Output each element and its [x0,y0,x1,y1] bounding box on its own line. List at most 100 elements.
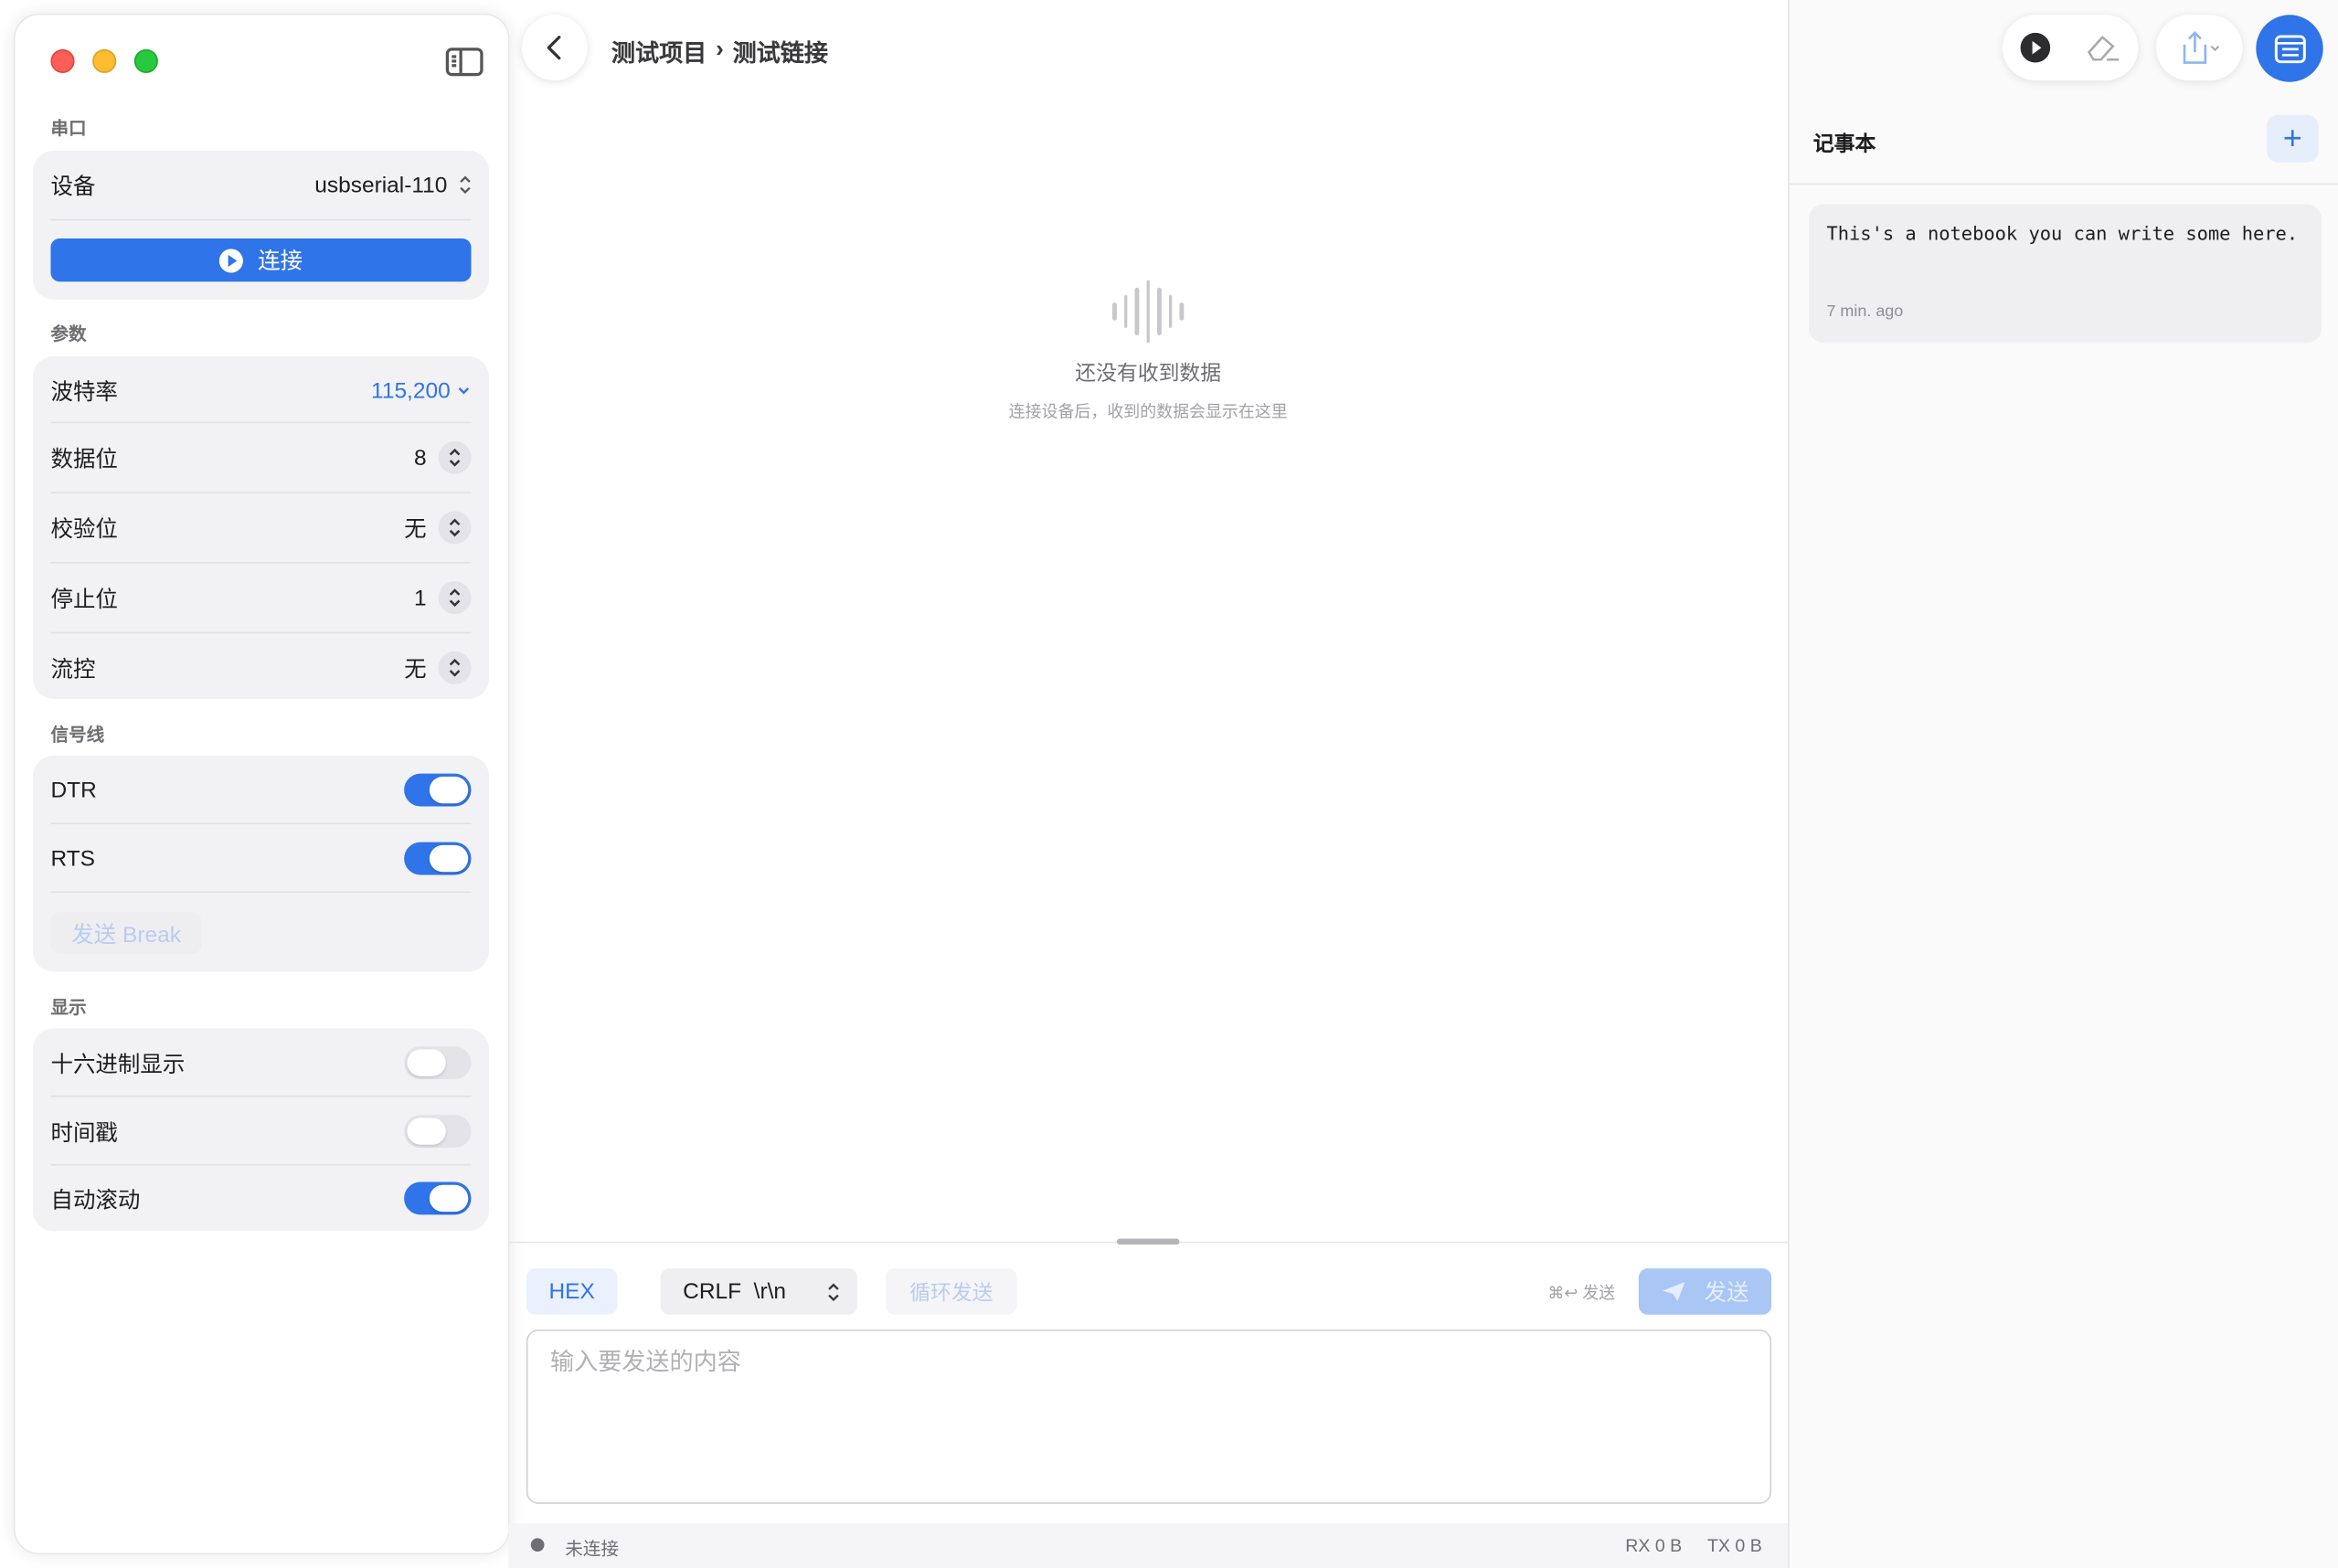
flow-control-stepper[interactable] [438,651,472,684]
baud-rate-value: 115,200 [371,377,451,404]
rx-counter: RX 0 B [1625,1535,1683,1556]
baud-rate-label: 波特率 [50,379,118,405]
data-bits-label: 数据位 [50,446,118,472]
message-input[interactable]: 输入要发送的内容 [526,1330,1772,1504]
breadcrumb-separator: › [716,37,724,63]
device-value: usbserial-110 [314,172,448,198]
notebook-icon [2274,34,2305,63]
dtr-label: DTR [50,777,97,803]
dtr-toggle[interactable] [404,773,472,807]
params-group: 波特率 115,200 数据位 8 校验位 无 停止位 1 流控 无 [32,355,490,702]
display-section-title: 显示 [50,997,87,1019]
serial-section-title: 串口 [50,117,87,139]
send-label: 发送 [1704,1280,1749,1306]
note-time: 7 min. ago [1826,302,1904,321]
notebook-toggle-button[interactable] [2256,15,2323,82]
send-button[interactable]: 发送 [1638,1268,1772,1315]
share-icon [2183,31,2220,64]
eraser-icon[interactable] [2083,31,2121,64]
connection-status-dot [530,1538,545,1552]
play-icon [218,248,243,272]
note-text: This's a notebook you can write some her… [1826,222,2299,245]
notes-title: 记事本 [1812,131,1876,155]
parity-stepper[interactable] [438,511,472,545]
signal-section-title: 信号线 [50,724,105,746]
breadcrumb: 测试项目 › 测试链接 [611,33,828,69]
params-section-title: 参数 [50,323,87,344]
parity-value: 无 [404,516,427,542]
device-row[interactable]: 设备 usbserial-110 [50,151,471,219]
sidebar: 串口 设备 usbserial-110 连接 参数 波特率 115,200 数据… [15,15,509,1553]
status-bar: 未连接 RX 0 B TX 0 B [508,1523,1789,1568]
flow-control-control: 无 [404,651,472,684]
baud-rate-select[interactable]: 115,200 [371,377,471,404]
line-ending-value: CRLF \r\n [683,1278,787,1305]
connection-status: 未连接 [565,1538,620,1560]
paper-plane-icon [1662,1281,1685,1302]
display-group: 十六进制显示 时间戳 自动滚动 [32,1028,490,1233]
hex-mode-button[interactable]: HEX [526,1268,618,1315]
auto-scroll-label: 自动滚动 [50,1187,141,1213]
share-button[interactable] [2156,15,2243,81]
stop-bits-row: 停止位 1 [50,564,472,632]
add-note-button[interactable]: + [2266,114,2319,163]
flow-control-label: 流控 [50,656,96,683]
empty-state: 还没有收到数据 连接设备后，收到的数据会显示在这里 [508,280,1788,424]
stop-bits-label: 停止位 [50,586,118,612]
hex-display-label: 十六进制显示 [50,1051,186,1077]
empty-subtitle: 连接设备后，收到的数据会显示在这里 [1008,404,1288,422]
up-down-chevron-icon [828,1282,839,1301]
connect-button[interactable]: 连接 [50,238,472,282]
breadcrumb-project[interactable]: 测试项目 [611,33,707,69]
data-bits-stepper[interactable] [438,440,472,474]
loop-send-button[interactable]: 循环发送 [886,1268,1017,1315]
timestamp-label: 时间戳 [50,1119,118,1146]
send-shortcut-hint: ⌘↩ 发送 [1547,1285,1616,1303]
sidebar-toggle-icon[interactable] [445,48,484,77]
tx-counter: TX 0 B [1706,1535,1762,1556]
close-window-button[interactable] [50,48,75,73]
divider [50,891,472,894]
divider [50,218,472,221]
hex-display-row: 十六进制显示 [50,1029,472,1097]
notes-panel: 记事本 + This's a notebook you can write so… [1788,0,2338,1568]
flow-control-value: 无 [404,656,427,683]
rts-row: RTS [50,824,472,893]
back-chevron-icon [547,36,561,60]
device-select[interactable]: usbserial-110 [314,172,471,197]
send-break-button[interactable]: 发送 Break [50,912,202,954]
baud-rate-row[interactable]: 波特率 115,200 [50,356,471,425]
chevron-down-icon [458,387,470,395]
up-down-chevron-icon [460,175,471,195]
note-item[interactable]: This's a notebook you can write some her… [1808,204,2322,344]
timestamp-row: 时间戳 [50,1097,472,1166]
data-bits-control: 8 [413,440,472,474]
signal-group: DTR RTS 发送 Break [32,756,490,972]
empty-title: 还没有收到数据 [1075,360,1222,385]
connect-label: 连接 [258,249,303,275]
dtr-row: DTR [50,756,472,824]
stop-bits-stepper[interactable] [438,581,472,615]
device-label: 设备 [50,174,96,199]
hex-display-toggle[interactable] [404,1046,472,1079]
rts-label: RTS [50,845,95,872]
timestamp-toggle[interactable] [404,1115,472,1149]
back-button[interactable] [521,15,588,81]
auto-scroll-toggle[interactable] [404,1181,472,1215]
stop-bits-value: 1 [413,585,427,610]
waveform-icon [1112,280,1184,344]
rts-toggle[interactable] [404,842,472,875]
divider [1789,183,2338,185]
flow-control-row: 流控 无 [50,633,472,702]
parity-control: 无 [404,511,472,545]
zoom-window-button[interactable] [133,48,158,73]
resize-handle[interactable] [1116,1238,1180,1245]
playback-toolgroup [2002,15,2139,81]
minimize-window-button[interactable] [92,48,117,73]
line-ending-select[interactable]: CRLF \r\n [660,1268,858,1315]
data-bits-value: 8 [413,444,427,471]
data-bits-row: 数据位 8 [50,423,472,492]
auto-scroll-row: 自动滚动 [50,1164,472,1233]
play-icon[interactable] [2019,31,2052,64]
parity-label: 校验位 [50,516,118,542]
